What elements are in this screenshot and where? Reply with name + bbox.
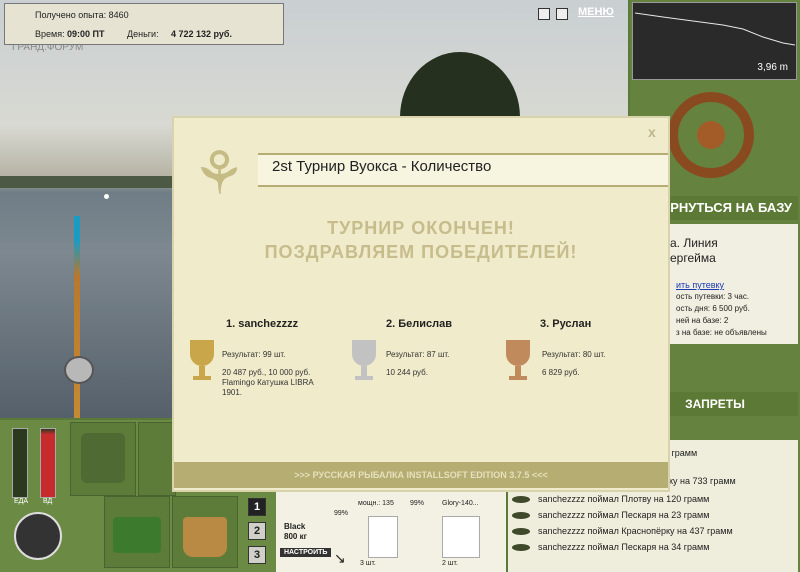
wheat-icon: ⚘: [192, 140, 246, 207]
bag-slot[interactable]: [138, 422, 176, 496]
inventory-item-2-name: Glory-140...: [442, 500, 479, 507]
winner-1-name: 1. sanchezzzz: [226, 318, 299, 330]
money-label: Деньги:: [127, 29, 159, 39]
time-label: Время:: [35, 29, 65, 39]
location-line-2: ергейма: [670, 251, 716, 265]
backpack-icon: [81, 433, 125, 483]
reel-icon[interactable]: [64, 356, 94, 384]
pause-icon[interactable]: [538, 8, 550, 20]
log-row: sanchezzzz поймал Краснопёрку на 437 гра…: [512, 526, 733, 536]
inventory-count-1: 3 шт.: [360, 560, 376, 567]
fish-icon: [512, 512, 530, 520]
sound-icon[interactable]: [556, 8, 568, 20]
log-text: sanchezzzz поймал Плотву на 120 грамм: [538, 494, 710, 504]
tackle-inventory: Black 800 кг 99% НАСТРОИТЬ ↘ мощн.: 135 …: [276, 492, 506, 572]
gold-cup-base: [193, 376, 211, 380]
fish-icon: [512, 496, 530, 504]
inventory-item-1-percent: 99%: [410, 500, 425, 507]
winner-2-name: 2. Белислав: [386, 318, 452, 330]
food-label: ЕДА: [14, 498, 29, 505]
winner-3-result: Результат: 80 шт.: [542, 350, 606, 359]
depth-chart: 3,96 m: [632, 2, 797, 80]
drink-meter: [40, 428, 56, 498]
depth-readout: 3,96 m: [757, 62, 788, 73]
log-text: sanchezzzz поймал Краснопёрку на 437 гра…: [538, 526, 733, 536]
fishing-rod[interactable]: [74, 216, 80, 418]
time-value: 09:00 ПТ: [67, 29, 105, 39]
bronze-cup-stem: [515, 366, 521, 376]
log-row: sanchezzzz поймал Плотву на 120 грамм: [512, 494, 709, 504]
basket-slot[interactable]: [104, 496, 170, 568]
status-panel: Получено опыта: 8460 Время: 09:00 ПТ Ден…: [4, 3, 284, 45]
winner-3-name: 3. Руслан: [540, 318, 592, 330]
drink-label: ВД: [43, 498, 53, 505]
fish-icon: [512, 528, 530, 536]
tournament-status: з на базе: не объявлены: [676, 328, 767, 337]
inventory-count-2: 2 шт.: [442, 560, 458, 567]
bronze-cup-icon: [506, 340, 530, 366]
tackle-percent: 99%: [334, 510, 349, 517]
hook-item-slot[interactable]: [368, 516, 398, 558]
page-button-1[interactable]: 1: [248, 498, 266, 516]
page-button-2[interactable]: 2: [248, 522, 266, 540]
log-text: sanchezzzz поймал Пескаря на 23 грамм: [538, 510, 710, 520]
tackle-name: Black: [284, 522, 306, 531]
menu-button[interactable]: МЕНЮ: [578, 6, 614, 18]
experience-text: Получено опыта: 8460: [35, 10, 129, 20]
dialog-title: 2st Турнир Вуокса - Количество: [272, 158, 492, 175]
headline-finished: ТУРНИР ОКОНЧЕН!: [327, 218, 515, 238]
buy-voucher-link[interactable]: ить путевку: [676, 280, 724, 290]
vegetable-basket-icon: [113, 517, 161, 553]
winner-1-result: Результат: 99 шт.: [222, 350, 286, 359]
day-cost: ость дня: 6 500 руб.: [676, 304, 750, 313]
silver-cup-base: [355, 376, 373, 380]
winner-2-prize: 10 244 руб.: [386, 368, 428, 377]
bucket-slot[interactable]: [172, 496, 238, 568]
location-line-1: а. Линия: [670, 236, 718, 250]
bucket-icon: [183, 517, 227, 557]
silver-cup-stem: [361, 366, 367, 376]
page-button-3[interactable]: 3: [248, 546, 266, 564]
dialog-footer: >>> РУССКАЯ РЫБАЛКА INSTALLSOFT EDITION …: [174, 462, 668, 488]
gold-cup-icon: [190, 340, 214, 366]
days-on-base: ней на базе: 2: [676, 316, 729, 325]
tackle-weight: 800 кг: [284, 532, 307, 541]
cauldron-icon[interactable]: [14, 512, 62, 560]
log-row: sanchezzzz поймал Пескаря на 23 грамм: [512, 510, 709, 520]
winner-1-prize: 20 487 руб., 10 000 руб. Flamingo Катушк…: [222, 368, 314, 397]
silver-cup-icon: [352, 340, 376, 366]
arrow-icon: ↘: [334, 550, 346, 566]
adjust-button[interactable]: НАСТРОИТЬ: [280, 548, 332, 557]
gold-cup-stem: [199, 366, 205, 376]
food-meter: [12, 428, 28, 498]
worm-item-slot[interactable]: [442, 516, 480, 558]
winner-2-result: Результат: 87 шт.: [386, 350, 450, 359]
bronze-cup-base: [509, 376, 527, 380]
money-value: 4 722 132 руб.: [171, 29, 232, 39]
log-row: sanchezzzz поймал Пескаря на 34 грамм: [512, 542, 709, 552]
bobber: [104, 194, 109, 199]
log-text: sanchezzzz поймал Пескаря на 34 грамм: [538, 542, 710, 552]
voucher-cost: ость путевки: 3 час.: [676, 292, 750, 301]
log-row: рку на 733 грамм: [664, 476, 736, 486]
wheel-hub: [697, 121, 725, 149]
close-icon[interactable]: x: [648, 124, 656, 140]
backpack-slot[interactable]: [70, 422, 136, 496]
inventory-item-1-power: мощн.: 135: [358, 500, 394, 507]
fish-icon: [512, 544, 530, 552]
headline-congrats: ПОЗДРАВЛЯЕМ ПОБЕДИТЕЛЕЙ!: [264, 242, 578, 262]
winner-3-prize: 6 829 руб.: [542, 368, 580, 377]
